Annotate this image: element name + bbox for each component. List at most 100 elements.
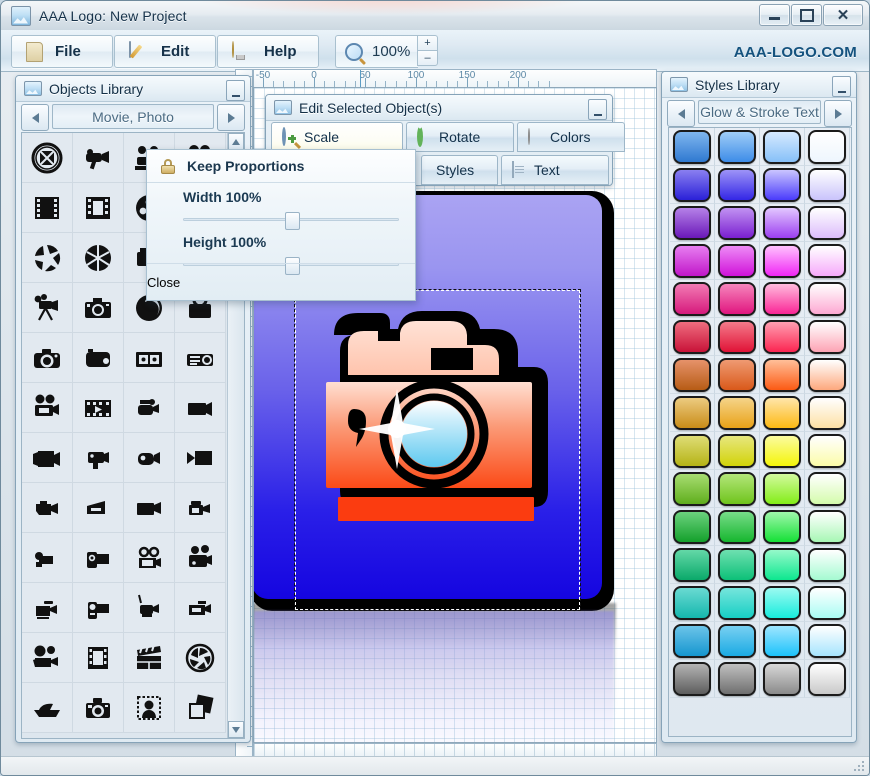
- tab-rotate[interactable]: Rotate: [406, 122, 514, 152]
- object-cell-camcorder-viewfinder-icon[interactable]: [73, 433, 124, 483]
- edit-button[interactable]: Edit: [114, 35, 216, 68]
- object-cell-aperture-blades-icon[interactable]: [22, 233, 73, 283]
- style-swatch-amber-3[interactable]: [760, 394, 805, 432]
- styles-category-label[interactable]: Glow & Stroke Text: [698, 100, 821, 124]
- object-cell-movie-camera-icon[interactable]: [22, 383, 73, 433]
- object-cell-studio-camera-icon[interactable]: [175, 533, 226, 583]
- object-cell-camera-back-icon[interactable]: [175, 383, 226, 433]
- zoom-display[interactable]: 100%: [335, 35, 418, 68]
- style-swatch-pink-3[interactable]: [760, 280, 805, 318]
- style-swatch-violet-3[interactable]: [760, 204, 805, 242]
- object-cell-film-strip-icon[interactable]: [22, 183, 73, 233]
- object-cell-videotape-icon[interactable]: [124, 333, 175, 383]
- object-cell-video-cam-dot-icon[interactable]: [124, 433, 175, 483]
- style-swatch-cyan-4[interactable]: [805, 584, 850, 622]
- object-cell-projector-icon[interactable]: [175, 333, 226, 383]
- object-cell-classic-camera-icon[interactable]: [73, 683, 124, 733]
- objects-next-category-button[interactable]: [217, 104, 245, 131]
- object-cell-camcorder-lens-icon[interactable]: [73, 583, 124, 633]
- style-swatch-yellow-2[interactable]: [715, 432, 760, 470]
- style-swatch-blue-3[interactable]: [760, 128, 805, 166]
- style-swatch-sky-1[interactable]: [670, 622, 715, 660]
- style-swatch-emerald-4[interactable]: [805, 546, 850, 584]
- style-swatch-cyan-2[interactable]: [715, 584, 760, 622]
- object-cell-clapperboard-icon[interactable]: [124, 633, 175, 683]
- tab-scale[interactable]: Scale: [271, 122, 403, 152]
- maximize-button[interactable]: [791, 4, 822, 26]
- object-cell-film-frame-icon[interactable]: [73, 183, 124, 233]
- style-swatch-orange-1[interactable]: [670, 356, 715, 394]
- style-swatch-orange-2[interactable]: [715, 356, 760, 394]
- object-cell-video-cone-icon[interactable]: [175, 433, 226, 483]
- style-swatch-violet-1[interactable]: [670, 204, 715, 242]
- styles-library-minimize-button[interactable]: [832, 76, 851, 97]
- objects-scroll-up-button[interactable]: [228, 133, 244, 150]
- objects-scroll-down-button[interactable]: [228, 721, 244, 738]
- style-swatch-yellow-4[interactable]: [805, 432, 850, 470]
- style-swatch-sky-2[interactable]: [715, 622, 760, 660]
- style-swatch-pink-1[interactable]: [670, 280, 715, 318]
- object-cell-vintage-camera-icon[interactable]: [73, 283, 124, 333]
- style-swatch-pink-4[interactable]: [805, 280, 850, 318]
- style-swatch-gray-4[interactable]: [805, 660, 850, 698]
- style-swatch-orange-3[interactable]: [760, 356, 805, 394]
- width-slider-thumb[interactable]: [285, 212, 300, 230]
- style-swatch-emerald-3[interactable]: [760, 546, 805, 584]
- style-swatch-red-1[interactable]: [670, 318, 715, 356]
- style-swatch-blue-2[interactable]: [715, 128, 760, 166]
- style-swatch-cyan-1[interactable]: [670, 584, 715, 622]
- zoom-stepper[interactable]: + –: [417, 35, 438, 66]
- zoom-in-button[interactable]: +: [417, 35, 438, 50]
- object-cell-camcorder-top-icon[interactable]: [175, 483, 226, 533]
- object-cell-no-photo-icon[interactable]: [22, 133, 73, 183]
- zoom-out-button[interactable]: –: [417, 50, 438, 66]
- style-swatch-indigo-3[interactable]: [760, 166, 805, 204]
- style-swatch-orange-4[interactable]: [805, 356, 850, 394]
- style-swatch-lime-2[interactable]: [715, 470, 760, 508]
- styles-prev-category-button[interactable]: [667, 100, 695, 127]
- objects-library-minimize-button[interactable]: [226, 80, 245, 101]
- object-cell-dual-reel-cam-icon[interactable]: [124, 533, 175, 583]
- object-cell-camcorder-grip-icon[interactable]: [22, 533, 73, 583]
- object-cell-shutter-circle-icon[interactable]: [175, 633, 226, 683]
- style-swatch-lime-1[interactable]: [670, 470, 715, 508]
- style-swatch-emerald-2[interactable]: [715, 546, 760, 584]
- resize-grip[interactable]: [853, 760, 866, 773]
- style-swatch-sky-3[interactable]: [760, 622, 805, 660]
- styles-grid-container[interactable]: [668, 127, 852, 737]
- object-cell-camcorder-small-icon[interactable]: [124, 583, 175, 633]
- style-swatch-sky-4[interactable]: [805, 622, 850, 660]
- object-cell-aperture-solid-icon[interactable]: [73, 233, 124, 283]
- object-cell-camcorder-side-icon[interactable]: [73, 483, 124, 533]
- object-cell-video-camera-simple-icon[interactable]: [124, 483, 175, 533]
- selection-marquee[interactable]: [294, 289, 581, 611]
- style-swatch-gray-1[interactable]: [670, 660, 715, 698]
- style-swatch-yellow-3[interactable]: [760, 432, 805, 470]
- style-swatch-amber-2[interactable]: [715, 394, 760, 432]
- close-button[interactable]: ✕: [823, 4, 863, 26]
- style-swatch-magenta-4[interactable]: [805, 242, 850, 280]
- object-cell-camcorder-mic-icon[interactable]: [22, 583, 73, 633]
- object-cell-portrait-stamp-icon[interactable]: [124, 683, 175, 733]
- help-button[interactable]: Help: [217, 35, 319, 68]
- style-swatch-lime-4[interactable]: [805, 470, 850, 508]
- style-swatch-green-4[interactable]: [805, 508, 850, 546]
- style-swatch-indigo-2[interactable]: [715, 166, 760, 204]
- tab-styles[interactable]: Styles: [421, 155, 498, 185]
- keep-proportions-row[interactable]: Keep Proportions: [147, 150, 415, 183]
- edit-panel-minimize-button[interactable]: [588, 99, 607, 120]
- object-cell-film-projector-icon[interactable]: [22, 433, 73, 483]
- style-swatch-gray-2[interactable]: [715, 660, 760, 698]
- style-swatch-violet-4[interactable]: [805, 204, 850, 242]
- object-cell-camcorder-flat-icon[interactable]: [175, 583, 226, 633]
- objects-prev-category-button[interactable]: [21, 104, 49, 131]
- style-swatch-red-2[interactable]: [715, 318, 760, 356]
- object-cell-flash-camera-icon[interactable]: [73, 333, 124, 383]
- style-swatch-indigo-1[interactable]: [670, 166, 715, 204]
- close-row[interactable]: Close: [147, 263, 415, 300]
- style-swatch-red-3[interactable]: [760, 318, 805, 356]
- style-swatch-amber-4[interactable]: [805, 394, 850, 432]
- object-cell-camcorder-screen-icon[interactable]: [73, 533, 124, 583]
- object-cell-camcorder-body-icon[interactable]: [22, 483, 73, 533]
- object-cell-tripod-camera-icon[interactable]: [22, 283, 73, 333]
